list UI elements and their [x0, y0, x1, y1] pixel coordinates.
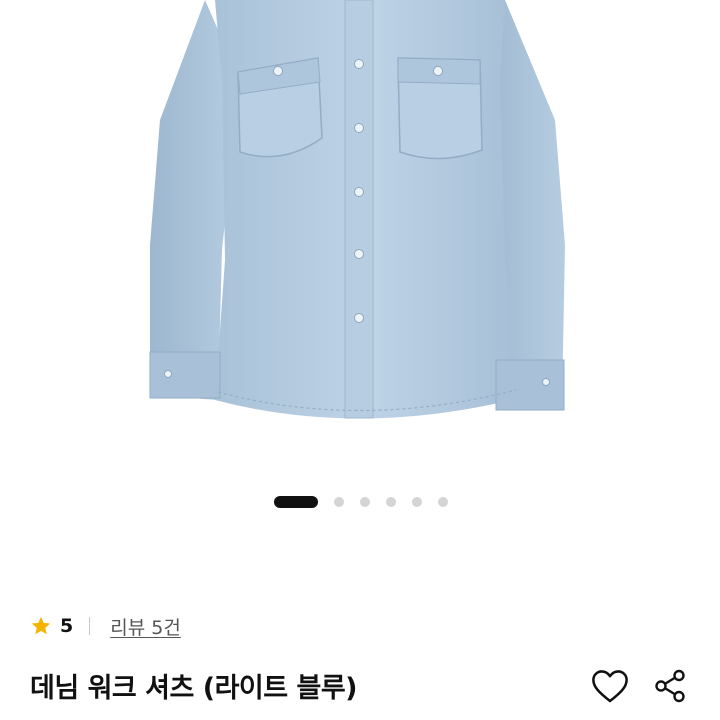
carousel-dot[interactable]: [360, 497, 370, 507]
product-image[interactable]: [0, 0, 720, 470]
carousel-dot[interactable]: [334, 497, 344, 507]
carousel-dot[interactable]: [412, 497, 422, 507]
carousel-dot-active[interactable]: [274, 496, 318, 508]
carousel-dot[interactable]: [438, 497, 448, 507]
review-count-link[interactable]: 리뷰 5건: [110, 613, 181, 640]
carousel-indicator: [0, 496, 720, 508]
divider: [89, 617, 91, 635]
heart-icon: [592, 670, 628, 703]
carousel-dot[interactable]: [386, 497, 396, 507]
rating-score: 5: [60, 615, 74, 637]
share-button[interactable]: [648, 664, 692, 708]
rating-row: 5 리뷰 5건: [30, 612, 181, 640]
share-icon: [655, 669, 685, 703]
star-icon: [31, 616, 51, 635]
like-button[interactable]: [588, 664, 632, 708]
shirt-illustration: [149, 0, 565, 419]
product-title: 데님 워크 셔츠 (라이트 블루): [30, 673, 358, 704]
